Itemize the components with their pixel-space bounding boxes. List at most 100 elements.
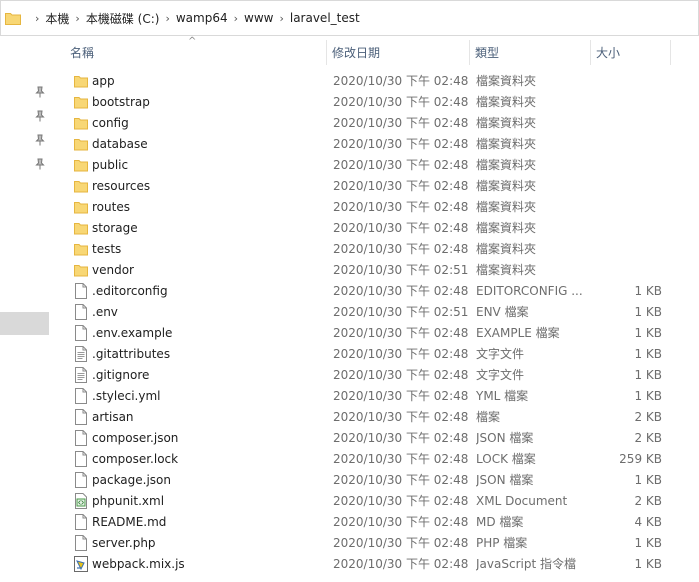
file-name: README.md: [92, 515, 167, 529]
pin-icon[interactable]: [34, 86, 46, 98]
breadcrumb-item[interactable]: laravel_test: [290, 11, 360, 25]
breadcrumb-item[interactable]: 本機: [45, 10, 69, 27]
file-date: 2020/10/30 下午 02:48: [333, 473, 469, 487]
file-icon: [74, 451, 88, 467]
file-size: [592, 176, 662, 197]
file-row[interactable]: bootstrap 2020/10/30 下午 02:48 檔案資料夾: [52, 92, 699, 113]
file-name: config: [92, 116, 129, 130]
file-type: PHP 檔案: [476, 536, 528, 550]
file-size: [592, 113, 662, 134]
file-row[interactable]: .env 2020/10/30 下午 02:51 ENV 檔案 1 KB: [52, 302, 699, 323]
file-row[interactable]: phpunit.xml 2020/10/30 下午 02:48 XML Docume…: [52, 491, 699, 512]
file-type: EXAMPLE 檔案: [476, 326, 560, 340]
file-size: 2 KB: [634, 494, 662, 508]
file-date: 2020/10/30 下午 02:48: [333, 179, 469, 193]
file-date: 2020/10/30 下午 02:48: [333, 368, 469, 382]
breadcrumb-item[interactable]: 本機磁碟 (C:): [86, 10, 160, 27]
file-list[interactable]: ^ 名稱 修改日期 類型 大小 app 2020/10/30 下午 02:48 檔案…: [52, 36, 699, 582]
file-icon: [74, 409, 88, 425]
file-date: 2020/10/30 下午 02:51: [333, 305, 469, 319]
file-type: XML Document: [476, 494, 568, 508]
navigation-pane[interactable]: [0, 36, 52, 582]
file-name: phpunit.xml: [92, 494, 165, 508]
file-size: [592, 92, 662, 113]
file-row[interactable]: .gitignore 2020/10/30 下午 02:48 文字文件 1 KB: [52, 365, 699, 386]
file-row[interactable]: artisan 2020/10/30 下午 02:48 檔案 2 KB: [52, 407, 699, 428]
file-type: 檔案資料夾: [476, 221, 537, 235]
chevron-right-icon[interactable]: ›: [165, 12, 169, 25]
file-size: 1 KB: [634, 326, 662, 340]
file-row[interactable]: vendor 2020/10/30 下午 02:51 檔案資料夾: [52, 260, 699, 281]
file-date: 2020/10/30 下午 02:48: [333, 410, 469, 424]
file-row[interactable]: README.md 2020/10/30 下午 02:48 MD 檔案 4 KB: [52, 512, 699, 533]
file-name: resources: [92, 179, 151, 193]
file-row[interactable]: .gitattributes 2020/10/30 下午 02:48 文字文件 1 K…: [52, 344, 699, 365]
file-date: 2020/10/30 下午 02:48: [333, 242, 469, 256]
file-row[interactable]: package.json 2020/10/30 下午 02:48 JSON 檔案 1 …: [52, 470, 699, 491]
pin-icon[interactable]: [34, 134, 46, 146]
file-type: 檔案資料夾: [476, 158, 537, 172]
file-name: database: [92, 137, 148, 151]
folder-icon: [74, 220, 88, 236]
column-header-size[interactable]: 大小: [590, 36, 670, 69]
column-header-type[interactable]: 類型: [469, 36, 590, 69]
file-type: LOCK 檔案: [476, 452, 536, 466]
file-type: 檔案資料夾: [476, 116, 537, 130]
file-date: 2020/10/30 下午 02:48: [333, 536, 469, 550]
file-size: 2 KB: [634, 431, 662, 445]
file-date: 2020/10/30 下午 02:48: [333, 326, 469, 340]
file-type: JSON 檔案: [476, 473, 534, 487]
xml-file-icon: [74, 493, 88, 509]
file-size: 1 KB: [634, 347, 662, 361]
file-size: 4 KB: [634, 515, 662, 529]
file-row[interactable]: storage 2020/10/30 下午 02:48 檔案資料夾: [52, 218, 699, 239]
file-type: 檔案資料夾: [476, 179, 537, 193]
file-row[interactable]: database 2020/10/30 下午 02:48 檔案資料夾: [52, 134, 699, 155]
file-name: webpack.mix.js: [92, 557, 185, 571]
file-name: tests: [92, 242, 122, 256]
file-type: 檔案資料夾: [476, 242, 537, 256]
breadcrumb-item[interactable]: www: [244, 11, 273, 25]
file-row[interactable]: routes 2020/10/30 下午 02:48 檔案資料夾: [52, 197, 699, 218]
file-row[interactable]: resources 2020/10/30 下午 02:48 檔案資料夾: [52, 176, 699, 197]
column-divider[interactable]: [670, 40, 671, 65]
chevron-right-icon[interactable]: ›: [75, 12, 79, 25]
file-row[interactable]: config 2020/10/30 下午 02:48 檔案資料夾: [52, 113, 699, 134]
file-row[interactable]: tests 2020/10/30 下午 02:48 檔案資料夾: [52, 239, 699, 260]
folder-icon: [74, 241, 88, 257]
file-name: package.json: [92, 473, 172, 487]
file-row[interactable]: composer.json 2020/10/30 下午 02:48 JSON 檔案 2…: [52, 428, 699, 449]
file-name: server.php: [92, 536, 156, 550]
breadcrumb-item[interactable]: wamp64: [176, 11, 228, 25]
file-name: app: [92, 74, 115, 88]
file-type: 文字文件: [476, 347, 525, 361]
js-file-icon: [74, 556, 88, 572]
chevron-right-icon[interactable]: ›: [279, 12, 283, 25]
file-name: public: [92, 158, 129, 172]
column-header-date[interactable]: 修改日期: [326, 36, 469, 69]
file-row[interactable]: .editorconfig 2020/10/30 下午 02:48 EDITORCO…: [52, 281, 699, 302]
chevron-right-icon[interactable]: ›: [234, 12, 238, 25]
file-size: 259 KB: [619, 452, 662, 466]
file-size: [592, 134, 662, 155]
file-row[interactable]: app 2020/10/30 下午 02:48 檔案資料夾: [52, 71, 699, 92]
file-row[interactable]: webpack.mix.js 2020/10/30 下午 02:48 JavaScr…: [52, 554, 699, 575]
file-row[interactable]: composer.lock 2020/10/30 下午 02:48 LOCK 檔案 2…: [52, 449, 699, 470]
file-size: [592, 197, 662, 218]
file-row[interactable]: .env.example 2020/10/30 下午 02:48 EXAMPLE 檔…: [52, 323, 699, 344]
file-size: 1 KB: [634, 473, 662, 487]
address-bar[interactable]: › 本機 › 本機磁碟 (C:) › wamp64 › www › larave…: [0, 0, 699, 36]
selected-nav-item[interactable]: [0, 312, 49, 335]
column-header-name[interactable]: 名稱: [64, 36, 326, 69]
file-name: .editorconfig: [92, 284, 168, 298]
pin-icon[interactable]: [34, 110, 46, 122]
file-row[interactable]: server.php 2020/10/30 下午 02:48 PHP 檔案 1 KB: [52, 533, 699, 554]
file-row[interactable]: public 2020/10/30 下午 02:48 檔案資料夾: [52, 155, 699, 176]
file-type: 檔案: [476, 410, 501, 424]
chevron-right-icon[interactable]: ›: [35, 12, 39, 25]
file-size: [592, 71, 662, 92]
file-row[interactable]: .styleci.yml 2020/10/30 下午 02:48 YML 檔案 1 K…: [52, 386, 699, 407]
file-date: 2020/10/30 下午 02:48: [333, 452, 469, 466]
pin-icon[interactable]: [34, 158, 46, 170]
folder-icon: [74, 94, 88, 110]
